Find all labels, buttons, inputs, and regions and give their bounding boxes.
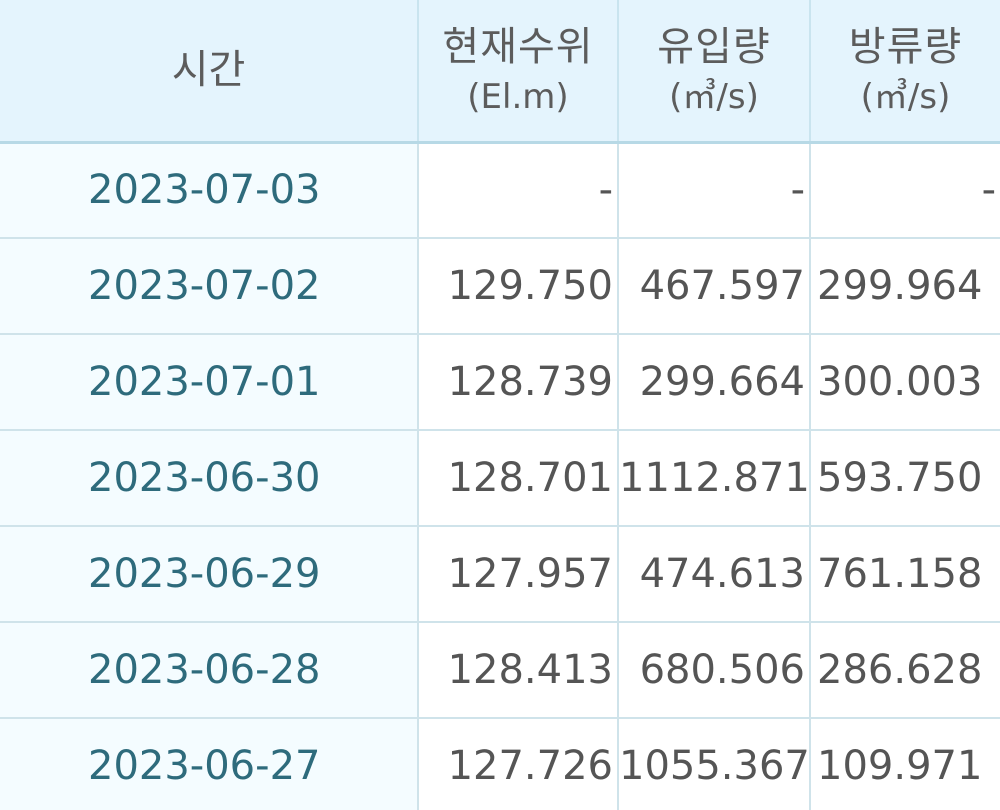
cell-time: 2023-06-27	[0, 718, 419, 810]
header-inflow: 유입량 (㎥/s)	[618, 0, 811, 144]
dam-data-table: 시간 현재수위 (El.m) 유입량 (㎥/s) 방류량 (㎥/s) 2023-…	[0, 0, 1000, 810]
header-row: 시간 현재수위 (El.m) 유입량 (㎥/s) 방류량 (㎥/s)	[0, 0, 1000, 144]
header-water-level-unit: (El.m)	[467, 77, 569, 117]
cell-time: 2023-07-02	[0, 238, 419, 335]
header-outflow-unit: (㎥/s)	[860, 77, 951, 117]
table-row: 2023-06-30 128.701 1112.871 593.750	[0, 430, 1000, 527]
table-row: 2023-06-27 127.726 1055.367 109.971	[0, 718, 1000, 810]
cell-time: 2023-06-29	[0, 526, 419, 623]
table-row: 2023-06-29 127.957 474.613 761.158	[0, 526, 1000, 623]
cell-outflow: -	[810, 142, 1000, 239]
cell-water-level: 127.726	[418, 718, 619, 810]
cell-time: 2023-06-28	[0, 622, 419, 719]
cell-outflow: 300.003	[810, 334, 1000, 431]
cell-inflow: 299.664	[618, 334, 811, 431]
cell-inflow: 467.597	[618, 238, 811, 335]
cell-water-level: 128.413	[418, 622, 619, 719]
header-outflow: 방류량 (㎥/s)	[810, 0, 1000, 144]
cell-inflow: -	[618, 142, 811, 239]
header-outflow-label: 방류량	[848, 24, 963, 70]
cell-water-level: 129.750	[418, 238, 619, 335]
cell-outflow: 593.750	[810, 430, 1000, 527]
cell-inflow: 680.506	[618, 622, 811, 719]
cell-outflow: 299.964	[810, 238, 1000, 335]
table-row: 2023-07-01 128.739 299.664 300.003	[0, 334, 1000, 431]
cell-inflow: 1112.871	[618, 430, 811, 527]
table-body: 2023-07-03 - - - 2023-07-02 129.750 467.…	[0, 142, 1000, 810]
cell-water-level: 128.739	[418, 334, 619, 431]
table-header: 시간 현재수위 (El.m) 유입량 (㎥/s) 방류량 (㎥/s)	[0, 0, 1000, 144]
cell-outflow: 109.971	[810, 718, 1000, 810]
header-time: 시간	[0, 0, 419, 144]
header-water-level-label: 현재수위	[442, 24, 594, 70]
header-inflow-unit: (㎥/s)	[669, 77, 759, 117]
dam-data-table-container: 시간 현재수위 (El.m) 유입량 (㎥/s) 방류량 (㎥/s) 2023-…	[0, 0, 1000, 810]
header-water-level: 현재수위 (El.m)	[418, 0, 619, 144]
header-inflow-label: 유입량	[657, 24, 771, 70]
cell-time: 2023-07-01	[0, 334, 419, 431]
cell-water-level: 127.957	[418, 526, 619, 623]
cell-inflow: 1055.367	[618, 718, 811, 810]
cell-outflow: 761.158	[810, 526, 1000, 623]
table-row: 2023-07-02 129.750 467.597 299.964	[0, 238, 1000, 335]
cell-water-level: 128.701	[418, 430, 619, 527]
cell-inflow: 474.613	[618, 526, 811, 623]
cell-time: 2023-06-30	[0, 430, 419, 527]
cell-outflow: 286.628	[810, 622, 1000, 719]
table-row: 2023-06-28 128.413 680.506 286.628	[0, 622, 1000, 719]
table-row: 2023-07-03 - - -	[0, 142, 1000, 239]
cell-time: 2023-07-03	[0, 142, 419, 239]
cell-water-level: -	[418, 142, 619, 239]
